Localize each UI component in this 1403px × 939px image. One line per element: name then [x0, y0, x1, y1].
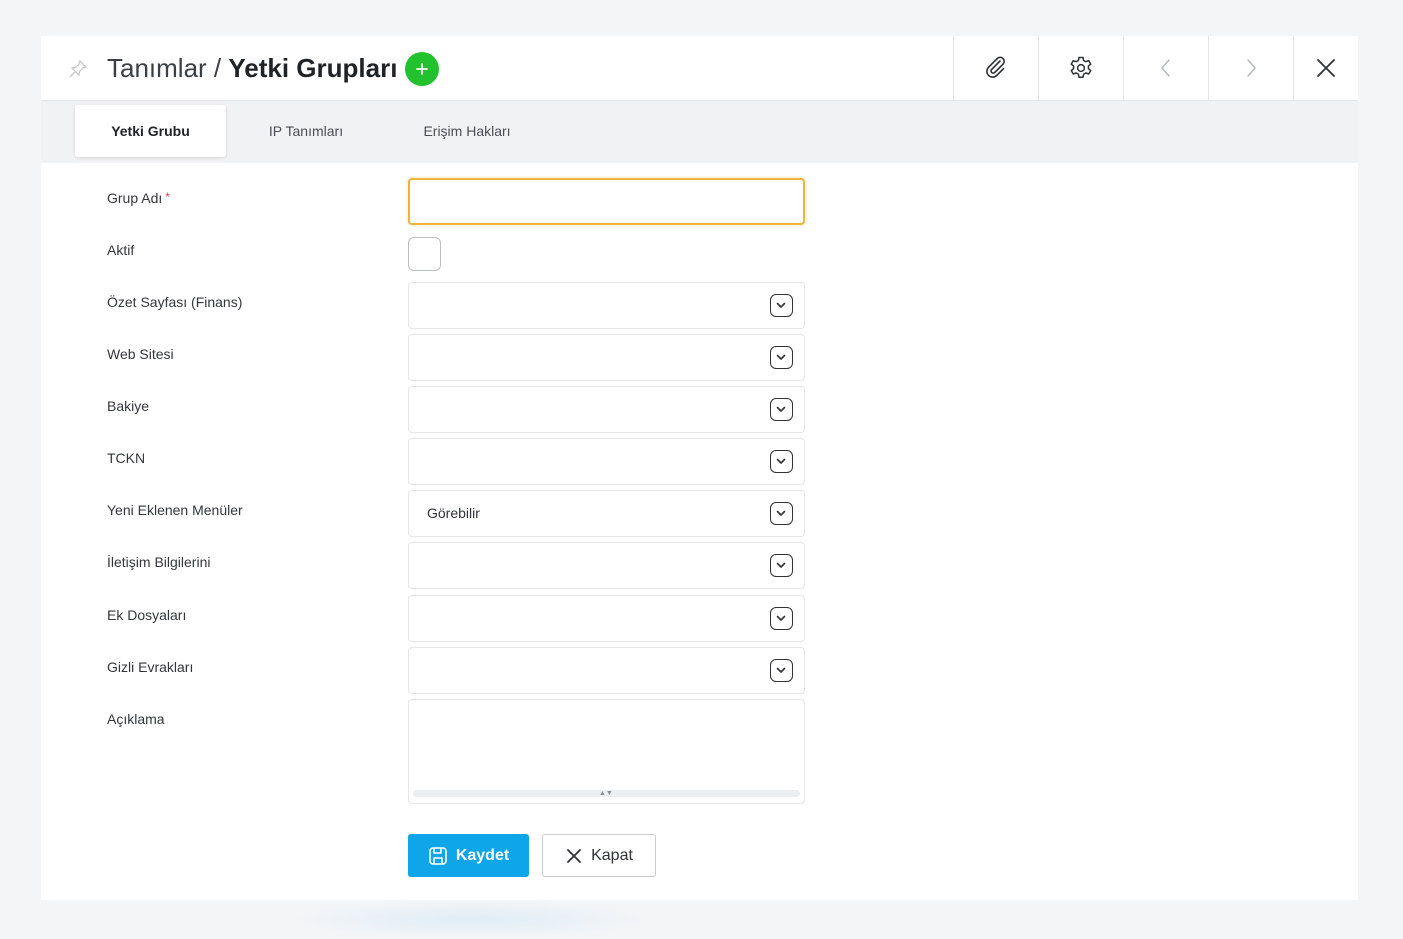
active-label: Aktif: [107, 242, 135, 258]
add-button[interactable]: [405, 52, 439, 86]
breadcrumb-current: Yetki Grupları: [228, 53, 398, 83]
select-gizli-evraklari[interactable]: [408, 647, 805, 694]
group-name-label-text: Grup Adı: [107, 190, 163, 206]
save-button-label: Kaydet: [455, 846, 510, 864]
gear-icon: [1070, 56, 1092, 78]
background-glow: [290, 900, 650, 939]
select-tckn[interactable]: [408, 438, 805, 485]
select-value: Görebilir: [427, 505, 480, 521]
close-icon: [567, 848, 581, 863]
chevron-down-icon: [770, 554, 793, 577]
select-label-tckn: TCKN: [107, 450, 146, 466]
select-bakiye[interactable]: [408, 386, 805, 433]
previous-button[interactable]: [1123, 36, 1208, 100]
chevron-down-icon: [770, 502, 793, 525]
required-mark: *: [165, 190, 170, 204]
pin-icon[interactable]: [67, 58, 89, 80]
select-label-ek-dosyalari: Ek Dosyaları: [107, 607, 187, 623]
breadcrumb-parent[interactable]: Tanımlar: [107, 53, 207, 83]
resize-handle-icon[interactable]: ▲▼: [599, 790, 613, 798]
attachment-button[interactable]: [953, 36, 1038, 100]
settings-button[interactable]: [1038, 36, 1123, 100]
select-label-web-sitesi: Web Sitesi: [107, 346, 174, 362]
plus-icon: [416, 63, 428, 75]
select-label-iletisim-bilgilerini: İletişim Bilgilerini: [107, 554, 211, 570]
header-toolbar: [953, 36, 1358, 100]
close-window-button[interactable]: [1293, 36, 1358, 100]
chevron-left-icon: [1160, 59, 1170, 77]
chevron-down-icon: [770, 607, 793, 630]
select-label-bakiye: Bakiye: [107, 398, 150, 414]
close-button[interactable]: Kapat: [542, 834, 656, 877]
select-web-sitesi[interactable]: [408, 334, 805, 381]
description-label: Açıklama: [107, 711, 165, 727]
description-textarea[interactable]: ▲▼: [408, 699, 805, 804]
select-label-gizli-evraklari: Gizli Evrakları: [107, 659, 194, 675]
chevron-right-icon: [1247, 59, 1257, 77]
select-ek-dosyalari[interactable]: [408, 595, 805, 642]
paperclip-icon: [986, 56, 1005, 78]
chevron-down-icon: [770, 294, 793, 317]
page-header: Tanımlar / Yetki Grupları: [41, 36, 1358, 101]
chevron-down-icon: [770, 450, 793, 473]
select-yeni-eklenen-menuler[interactable]: Görebilir: [408, 490, 805, 537]
tab-erisim-haklari[interactable]: Erişim Hakları: [404, 105, 530, 157]
close-button-label: Kapat: [591, 846, 633, 864]
select-ozet-sayfasi[interactable]: [408, 282, 805, 329]
select-label-yeni-eklenen-menuler: Yeni Eklenen Menüler: [107, 502, 243, 518]
active-checkbox[interactable]: [408, 237, 441, 271]
close-icon: [1317, 59, 1335, 77]
save-button[interactable]: Kaydet: [408, 834, 529, 877]
tab-bar: Yetki Grubu IP Tanımları Erişim Hakları: [41, 101, 1358, 163]
form-window: Tanımlar / Yetki Grupları Yetki Grubu IP…: [41, 36, 1358, 900]
group-name-input[interactable]: [408, 178, 805, 225]
save-icon: [429, 846, 447, 865]
select-iletisim-bilgilerini[interactable]: [408, 542, 805, 589]
next-button[interactable]: [1208, 36, 1293, 100]
select-label-ozet-sayfasi: Özet Sayfası (Finans): [107, 294, 243, 310]
tab-yetki-grubu[interactable]: Yetki Grubu: [75, 105, 226, 157]
page-title: Tanımlar / Yetki Grupları: [107, 51, 397, 85]
group-name-label: Grup Adı *: [107, 190, 170, 206]
chevron-down-icon: [770, 346, 793, 369]
breadcrumb-separator: /: [206, 53, 229, 83]
chevron-down-icon: [770, 398, 793, 421]
tab-ip-tanimlari[interactable]: IP Tanımları: [246, 105, 366, 157]
chevron-down-icon: [770, 659, 793, 682]
